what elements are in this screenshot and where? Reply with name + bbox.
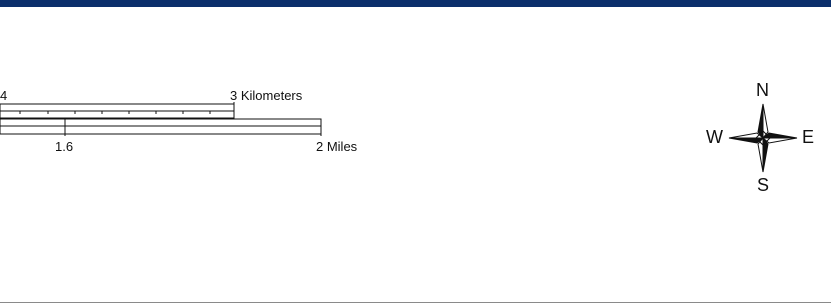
mile-scale-label: 2 Miles xyxy=(316,139,358,154)
compass-south-label: S xyxy=(757,175,770,195)
compass-east-label: E xyxy=(802,127,815,147)
kilometer-scale-bar xyxy=(0,102,235,119)
mile-tick-label-mid: 1.6 xyxy=(55,139,74,154)
kilometer-scale-label: 3 Kilometers xyxy=(230,88,303,103)
bottom-divider xyxy=(0,302,831,303)
north-arrow-compass: N E S W xyxy=(690,70,830,210)
compass-west-label: W xyxy=(706,127,723,147)
kilometer-tick-label-left: 4 xyxy=(0,88,8,103)
mile-scale-bar xyxy=(0,118,322,136)
compass-north-label: N xyxy=(756,80,769,100)
